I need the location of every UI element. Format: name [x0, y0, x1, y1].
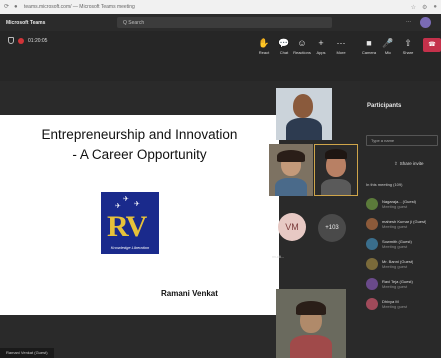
lock-icon: ●: [14, 4, 18, 10]
avatar-vm[interactable]: VM: [278, 213, 306, 241]
mic-icon: 🎤: [382, 38, 394, 48]
plus-icon: +: [318, 38, 324, 48]
participant-hair: [325, 149, 347, 159]
back-icon[interactable]: ⟳: [4, 4, 10, 10]
bird-icon: ✈: [115, 203, 121, 210]
video-tile[interactable]: [276, 289, 346, 358]
in-meeting-header[interactable]: In this meeting (109): [366, 182, 402, 187]
participants-panel: Participants Type a name ⇪ Share invite I…: [360, 81, 441, 358]
participant-face: [293, 94, 313, 118]
share-invite-button[interactable]: ⇪ Share invite: [394, 161, 424, 167]
video-tile[interactable]: [276, 88, 332, 140]
camera-icon: ■: [366, 38, 372, 48]
timer-text: 01:20:05: [28, 37, 48, 44]
avatar: [366, 238, 378, 250]
user-avatar[interactable]: [420, 17, 431, 28]
participant-hair: [277, 150, 305, 162]
profile-icon[interactable]: ●: [433, 4, 437, 11]
more-button[interactable]: ⋯ More: [329, 36, 353, 66]
avatar: [366, 278, 378, 290]
participant-shirt: [275, 178, 307, 196]
more-options-icon[interactable]: ...: [406, 18, 411, 24]
meeting-toolbar: 01:20:05 ✋ React 💬 Chat ☺ Reactions + Ap…: [0, 31, 441, 81]
presentation-slide: Entrepreneurship and Innovation - A Care…: [0, 115, 279, 315]
presenter-name: Ramani Venkat: [161, 289, 218, 298]
slide-title: Entrepreneurship and Innovation - A Care…: [0, 125, 279, 165]
participant-item[interactable]: Dhivya M Meeting guest: [366, 294, 440, 314]
stage-name-label: Ramani Venkat (Guest): [0, 348, 54, 358]
share-button[interactable]: ⇧ Share: [396, 36, 420, 66]
teams-meeting-window: ⟳ ● teams.microsoft.com/ — Microsoft Tea…: [0, 0, 441, 358]
slide-title-line1: Entrepreneurship and Innovation: [41, 127, 238, 142]
video-tile[interactable]: [269, 144, 313, 196]
participant-list: Nagaraja... (Guest) Meeting guest mahesh …: [366, 194, 440, 314]
rv-logo: ✈ ✈ ✈ RV Knowledge Liberation: [101, 192, 159, 254]
leave-button[interactable]: ☎: [423, 38, 441, 52]
slide-title-line2: - A Career Opportunity: [72, 147, 207, 162]
participant-hair: [296, 301, 326, 315]
panel-title: Participants: [367, 103, 402, 109]
raise-hand-icon: ✋: [258, 38, 270, 48]
participant-item[interactable]: Sowmith (Guest) Meeting guest: [366, 234, 440, 254]
address-bar[interactable]: teams.microsoft.com/ — Microsoft Teams m…: [24, 4, 411, 10]
meeting-timer: 01:20:05: [8, 37, 47, 44]
browser-bar: ⟳ ● teams.microsoft.com/ — Microsoft Tea…: [0, 0, 441, 14]
participant-search-input[interactable]: Type a name: [366, 135, 438, 146]
participant-shirt: [290, 335, 332, 358]
participant-item[interactable]: Ravi Teja (Guest) Meeting guest: [366, 274, 440, 294]
ellipsis-icon: ⋯: [336, 38, 346, 48]
browser-actions: ☆ ⚙ ●: [411, 4, 437, 11]
smiley-icon: ☺: [297, 38, 307, 48]
participant-item[interactable]: mahesh Kumar ji (Guest) Meeting guest: [366, 214, 440, 234]
avatar: [366, 218, 378, 230]
participant-item[interactable]: Nagaraja... (Guest) Meeting guest: [366, 194, 440, 214]
bird-icon: ✈: [134, 201, 140, 208]
share-icon: ⇪: [394, 161, 398, 166]
avatar: [366, 258, 378, 270]
more-participants-button[interactable]: +103: [318, 214, 346, 242]
participant-shirt: [286, 118, 322, 140]
logo-tagline: Knowledge Liberation: [110, 245, 150, 250]
avatar: [366, 298, 378, 310]
vm-name-label: mudi...: [272, 254, 285, 259]
bird-icon: ✈: [123, 196, 129, 203]
participant-shirt: [321, 179, 351, 195]
avatar: [366, 198, 378, 210]
participant-item[interactable]: Mr. Banni (Guest) Meeting guest: [366, 254, 440, 274]
phone-icon: ☎: [428, 42, 436, 48]
teams-title-bar: Microsoft Teams Q Search ...: [0, 14, 441, 31]
logo-text: RV: [107, 210, 147, 243]
search-input[interactable]: Q Search: [117, 17, 332, 28]
video-tile-active-speaker[interactable]: [314, 144, 358, 196]
star-icon[interactable]: ☆: [411, 4, 416, 11]
chat-icon: 💬: [278, 38, 290, 48]
share-icon: ⇧: [404, 38, 412, 48]
extensions-icon[interactable]: ⚙: [422, 4, 427, 11]
shield-icon: [8, 37, 14, 44]
app-name: Microsoft Teams: [6, 19, 46, 26]
recording-icon: [18, 37, 24, 44]
